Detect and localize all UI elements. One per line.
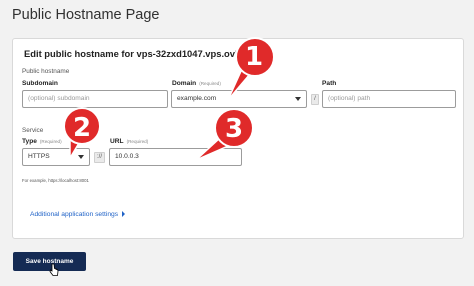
- url-label: URL (Required): [110, 138, 148, 145]
- domain-label-text: Domain: [172, 80, 197, 87]
- hand-cursor-icon: [49, 263, 59, 276]
- domain-select-value: example.com: [177, 95, 217, 102]
- public-hostname-section-label: Public hostname: [22, 68, 70, 75]
- path-label-text: Path: [322, 80, 337, 87]
- callout-2-number: 2: [72, 113, 92, 143]
- caret-right-icon: [122, 211, 126, 218]
- url-required-text: (Required): [126, 139, 149, 144]
- type-select-value: HTTPS: [28, 153, 50, 160]
- domain-required-text: (Required): [199, 81, 221, 86]
- page-title: Public Hostname Page: [12, 7, 160, 23]
- type-label-text: Type: [22, 138, 37, 145]
- callout-1-number: 1: [244, 42, 264, 72]
- additional-settings-link[interactable]: Additional application settings: [30, 211, 126, 218]
- url-label-text: URL: [110, 138, 124, 145]
- path-input[interactable]: (optional) path: [322, 90, 456, 108]
- additional-settings-label: Additional application settings: [30, 211, 119, 218]
- domain-label: Domain (Required): [172, 80, 221, 87]
- path-label: Path: [322, 80, 336, 87]
- subdomain-label-text: Subdomain: [22, 80, 58, 87]
- subdomain-label: Subdomain: [22, 80, 58, 87]
- slash-separator: /: [311, 94, 319, 105]
- callout-3-number: 3: [224, 114, 244, 144]
- service-section-label: Service: [22, 127, 44, 134]
- url-example-hint: For example, https://localhost:8001: [22, 178, 89, 183]
- chevron-down-icon: [295, 97, 301, 101]
